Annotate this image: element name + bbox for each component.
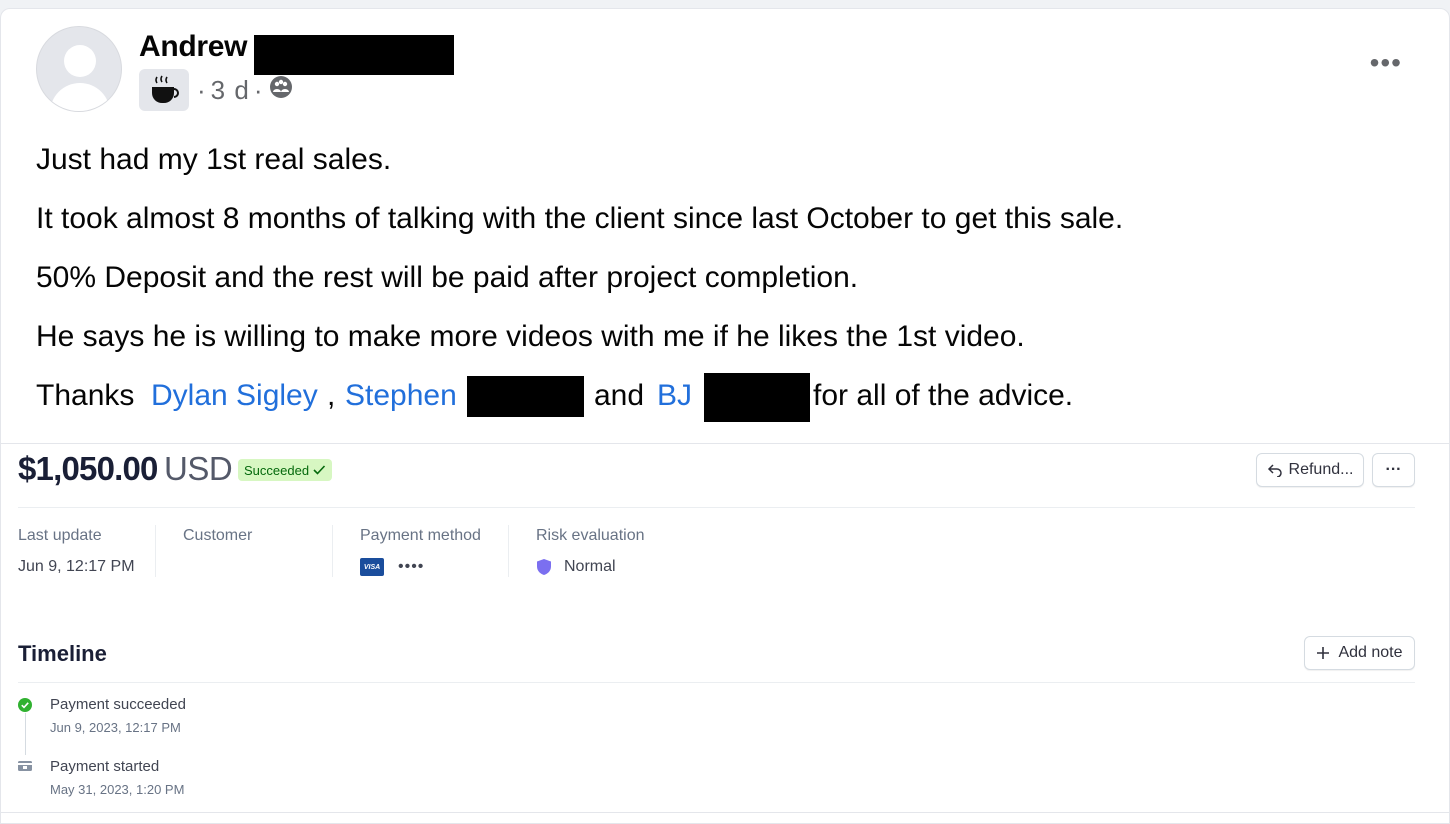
- plus-icon: [1317, 647, 1330, 659]
- post-more-button[interactable]: •••: [1370, 49, 1402, 77]
- customer-column: Customer: [183, 527, 252, 545]
- post-time[interactable]: 3 d: [211, 75, 250, 106]
- add-note-button[interactable]: Add note: [1304, 636, 1415, 670]
- post-paragraph: He says he is willing to make more video…: [36, 320, 1025, 353]
- risk-label: Risk evaluation: [536, 527, 645, 544]
- customer-label: Customer: [183, 527, 253, 544]
- refund-button[interactable]: Refund...: [1256, 453, 1364, 487]
- thanks-prefix: Thanks: [36, 379, 135, 412]
- check-circle-icon: [18, 698, 32, 712]
- thanks-suffix: for all of the advice.: [813, 379, 1074, 412]
- payment-method-column: Payment method VISA ••••: [360, 527, 481, 577]
- payment-amount: $1,050.00: [18, 450, 158, 487]
- image-divider: [0, 443, 1450, 444]
- thanks-and: and: [594, 379, 645, 412]
- payment-card-icon: [18, 761, 32, 771]
- friends-audience-icon[interactable]: [268, 74, 294, 107]
- last-update-label: Last update: [18, 527, 102, 544]
- shield-icon: [537, 559, 551, 575]
- author-avatar[interactable]: [36, 26, 122, 112]
- undo-arrow-icon: [1267, 464, 1282, 477]
- mention-bj[interactable]: BJ: [657, 379, 692, 413]
- payment-currency: USD: [164, 450, 233, 487]
- mention-comma: ,: [327, 379, 336, 412]
- refund-label: Refund...: [1288, 461, 1354, 478]
- status-badge: Succeeded: [238, 459, 333, 481]
- post-paragraph: It took almost 8 months of talking with …: [36, 202, 1124, 235]
- check-icon: [313, 465, 326, 475]
- timeline-connector: [25, 713, 26, 755]
- card-number-masked: ••••: [398, 558, 425, 575]
- bottom-divider: [0, 812, 1450, 813]
- post-meta: · 3 d ·: [139, 69, 294, 111]
- author-name[interactable]: Andrew: [139, 30, 248, 64]
- last-update-column: Last update Jun 9, 12:17 PM: [18, 527, 135, 577]
- redacted-name: [467, 376, 584, 417]
- avatar-body: [50, 83, 110, 111]
- timeline-divider: [18, 682, 1415, 683]
- avatar-head: [64, 45, 96, 77]
- meta-separator: ·: [197, 74, 207, 105]
- visa-card-icon: VISA: [360, 558, 384, 576]
- payment-more-button[interactable]: ···: [1372, 453, 1415, 487]
- redacted-name: [704, 373, 810, 422]
- risk-column: Risk evaluation Normal: [536, 527, 645, 577]
- add-note-label: Add note: [1338, 644, 1403, 661]
- timeline-event-title: Payment started: [50, 758, 160, 775]
- coffee-badge-icon[interactable]: [139, 69, 189, 111]
- risk-value[interactable]: Normal: [536, 557, 645, 577]
- payment-method-label: Payment method: [360, 527, 481, 544]
- risk-value-text: Normal: [564, 558, 616, 575]
- last-update-value: Jun 9, 12:17 PM: [18, 558, 135, 575]
- thanks-line: Thanks: [36, 379, 134, 413]
- column-divider: [508, 525, 509, 577]
- post-paragraph: Just had my 1st real sales.: [36, 143, 392, 176]
- section-divider: [18, 507, 1415, 508]
- column-divider: [155, 525, 156, 577]
- status-label: Succeeded: [244, 462, 310, 478]
- timeline-event-title: Payment succeeded: [50, 696, 186, 713]
- timeline-event-date: May 31, 2023, 1:20 PM: [50, 782, 185, 797]
- timeline-title: Timeline: [18, 641, 107, 666]
- mention-dylan[interactable]: Dylan Sigley: [151, 379, 318, 413]
- payment-method-value[interactable]: VISA ••••: [360, 557, 481, 577]
- post-paragraph: 50% Deposit and the rest will be paid af…: [36, 261, 859, 294]
- timeline-event-date: Jun 9, 2023, 12:17 PM: [50, 720, 181, 735]
- meta-separator: ·: [253, 74, 264, 105]
- mention-stephen[interactable]: Stephen: [345, 379, 457, 413]
- column-divider: [332, 525, 333, 577]
